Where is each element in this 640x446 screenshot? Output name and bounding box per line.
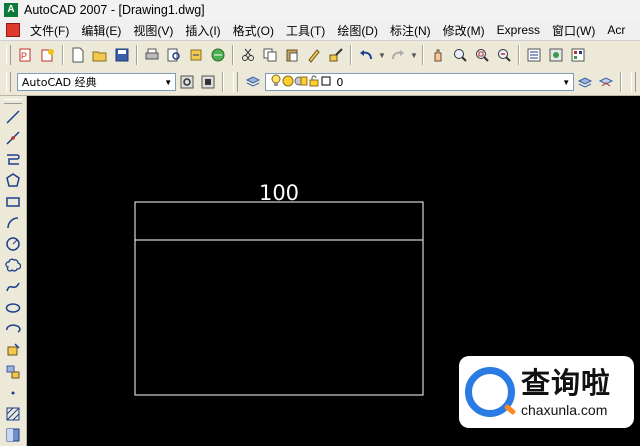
toolbar-separator <box>422 45 424 65</box>
properties-icon[interactable] <box>524 45 544 65</box>
layer-select[interactable]: 0 ▼ <box>265 73 575 91</box>
make-object-layer-current-icon[interactable] <box>575 72 594 92</box>
toolbar-separator <box>62 45 64 65</box>
toolbar-grip[interactable] <box>631 72 636 92</box>
menu-modify[interactable]: 修改(M) <box>439 22 493 39</box>
toolbar-separator <box>222 72 225 92</box>
menu-tools[interactable]: 工具(T) <box>282 22 333 39</box>
watermark-text: 查询啦 chaxunla.com <box>521 366 611 418</box>
layer-color-icon <box>320 75 332 90</box>
undo-dropdown-arrow[interactable]: ▼ <box>377 51 387 60</box>
workspace-settings-icon[interactable] <box>177 72 196 92</box>
circle-icon[interactable] <box>3 234 23 253</box>
search-logo-icon <box>465 367 515 417</box>
toolbar-grip[interactable] <box>6 45 11 65</box>
menu-window[interactable]: 窗口(W) <box>548 22 603 39</box>
menu-express[interactable]: Express <box>493 23 548 37</box>
title-bar: A AutoCAD 2007 - [Drawing1.dwg] <box>0 0 640 21</box>
spline-icon[interactable] <box>3 277 23 296</box>
layer-thaw-icon <box>282 75 294 90</box>
menu-edit[interactable]: 编辑(E) <box>77 22 129 39</box>
gradient-icon[interactable] <box>3 426 23 445</box>
hatch-icon[interactable] <box>3 404 23 423</box>
ellipse-arc-icon[interactable] <box>3 319 23 338</box>
menu-dimension[interactable]: 标注(N) <box>386 22 439 39</box>
redo-dropdown-arrow[interactable]: ▼ <box>409 51 419 60</box>
layer-on-icon <box>270 74 282 91</box>
block-editor-icon[interactable] <box>326 45 346 65</box>
svg-text:P: P <box>21 51 27 61</box>
draw-toolbar <box>0 96 27 446</box>
revision-cloud-icon[interactable] <box>3 256 23 275</box>
polygon-icon[interactable] <box>3 171 23 190</box>
autocad-app-icon[interactable]: A <box>4 3 18 17</box>
markup-icon[interactable] <box>38 45 58 65</box>
toolbar-separator <box>350 45 352 65</box>
zoom-window-icon[interactable] <box>472 45 492 65</box>
toolbar-grip[interactable] <box>233 72 238 92</box>
3d-dwf-icon[interactable] <box>208 45 228 65</box>
copy-icon[interactable] <box>260 45 280 65</box>
drawn-rectangle[interactable] <box>134 201 424 396</box>
match-properties-icon[interactable] <box>304 45 324 65</box>
toolbar-separator <box>136 45 138 65</box>
polyline-icon[interactable] <box>3 149 23 168</box>
menu-acrobat[interactable]: Acr <box>603 23 633 37</box>
open-icon[interactable] <box>90 45 110 65</box>
menu-file[interactable]: 文件(F) <box>26 22 77 39</box>
layer-lock-icon <box>308 75 320 90</box>
line-icon[interactable] <box>3 107 23 126</box>
tool-palettes-icon[interactable] <box>568 45 588 65</box>
construction-line-icon[interactable] <box>3 128 23 147</box>
menu-draw[interactable]: 绘图(D) <box>333 22 386 39</box>
print-icon[interactable] <box>142 45 162 65</box>
plot-preview-icon[interactable] <box>164 45 184 65</box>
my-workspace-icon[interactable] <box>199 72 218 92</box>
layer-properties-icon[interactable] <box>243 72 262 92</box>
menu-view[interactable]: 视图(V) <box>129 22 181 39</box>
arc-icon[interactable] <box>3 213 23 232</box>
cut-icon[interactable] <box>238 45 258 65</box>
ellipse-icon[interactable] <box>3 298 23 317</box>
chevron-down-icon[interactable]: ▼ <box>161 78 175 87</box>
new-icon[interactable] <box>68 45 88 65</box>
zoom-previous-icon[interactable] <box>494 45 514 65</box>
insert-block-icon[interactable] <box>3 341 23 360</box>
watermark-url: chaxunla.com <box>521 402 608 418</box>
redo-icon[interactable] <box>388 45 408 65</box>
menu-bar: 文件(F) 编辑(E) 视图(V) 插入(I) 格式(O) 工具(T) 绘图(D… <box>0 20 640 41</box>
sheet-set-icon[interactable]: P <box>16 45 36 65</box>
menu-insert[interactable]: 插入(I) <box>181 22 228 39</box>
watermark-name: 查询啦 <box>521 366 612 400</box>
watermark-badge: 查询啦 chaxunla.com <box>459 356 634 428</box>
menu-format[interactable]: 格式(O) <box>229 22 282 39</box>
workspace-select[interactable]: AutoCAD 经典 ▼ <box>16 73 177 91</box>
publish-icon[interactable] <box>186 45 206 65</box>
chevron-down-icon[interactable]: ▼ <box>559 78 573 87</box>
layer-previous-icon[interactable] <box>597 72 616 92</box>
paste-icon[interactable] <box>282 45 302 65</box>
workspace-value: AutoCAD 经典 <box>21 76 97 89</box>
dimension-text: 100 <box>259 181 299 205</box>
standard-toolbar: P ▼ ▼ <box>0 41 640 70</box>
document-menu-icon[interactable] <box>6 23 20 37</box>
workspace-layers-toolbar: AutoCAD 经典 ▼ 0 ▼ <box>0 69 640 96</box>
toolbar-grip[interactable] <box>6 72 11 92</box>
zoom-realtime-icon[interactable] <box>450 45 470 65</box>
toolbar-grip[interactable] <box>4 99 22 104</box>
pan-icon[interactable] <box>428 45 448 65</box>
design-center-icon[interactable] <box>546 45 566 65</box>
rectangle-icon[interactable] <box>3 192 23 211</box>
toolbar-separator <box>518 45 520 65</box>
make-block-icon[interactable] <box>3 362 23 381</box>
point-icon[interactable] <box>3 383 23 402</box>
layer-name: 0 <box>336 75 344 89</box>
toolbar-separator <box>620 72 623 92</box>
undo-icon[interactable] <box>356 45 376 65</box>
layer-viewport-icon <box>294 75 308 90</box>
save-icon[interactable] <box>112 45 132 65</box>
window-title: AutoCAD 2007 - [Drawing1.dwg] <box>24 3 205 17</box>
toolbar-separator <box>232 45 234 65</box>
